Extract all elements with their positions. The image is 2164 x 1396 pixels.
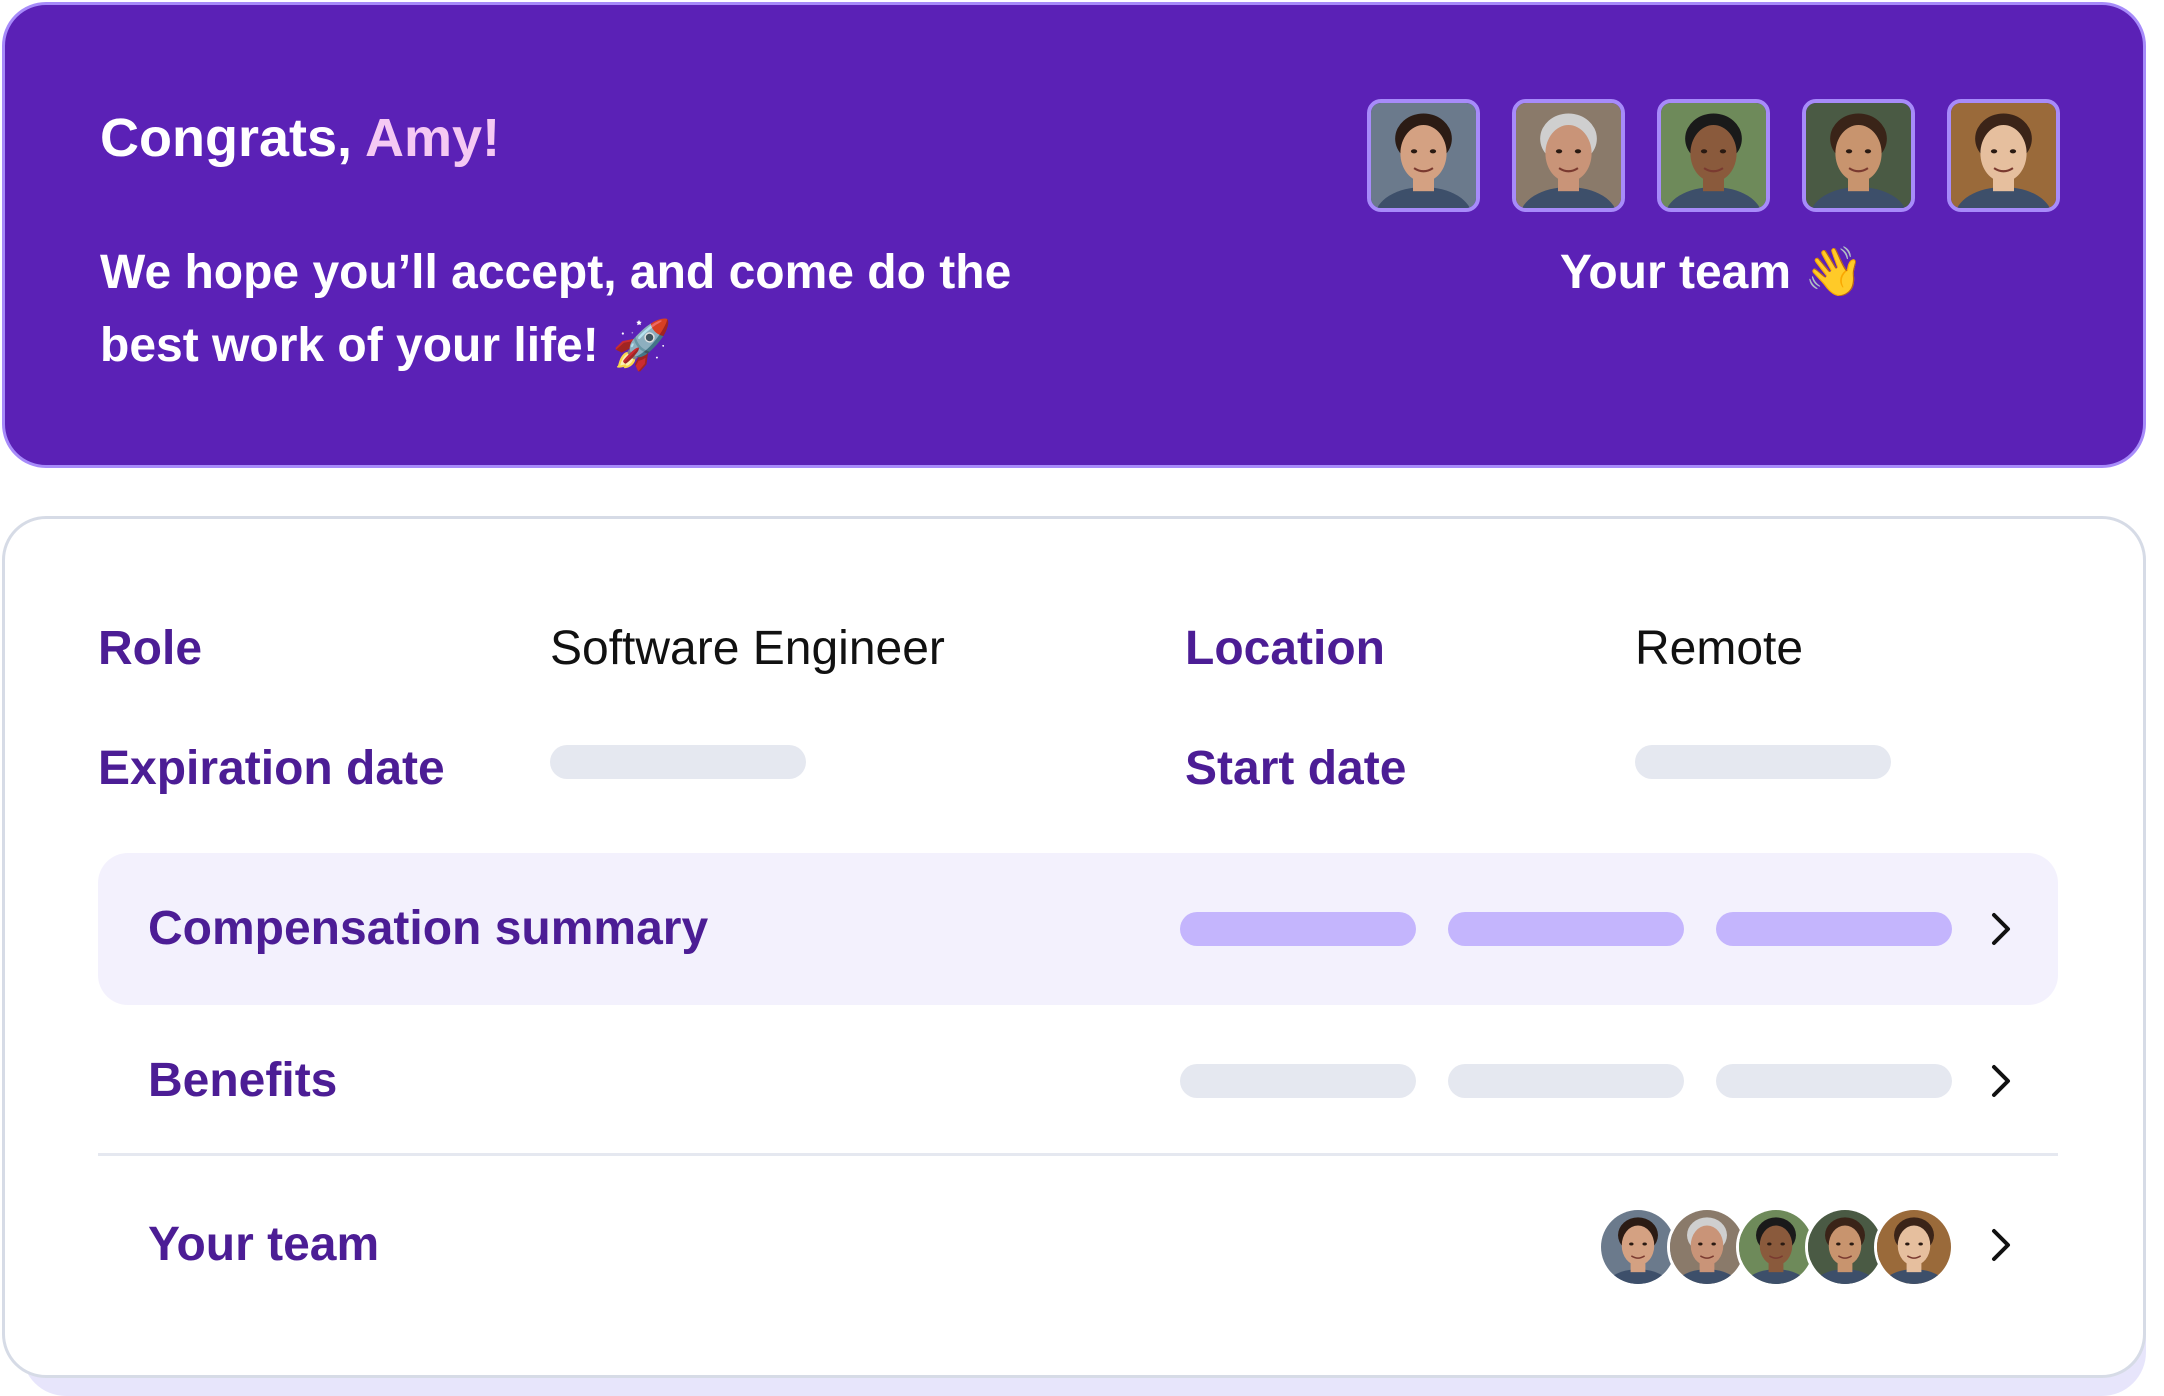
- location-value: Remote: [1635, 622, 1804, 675]
- team-photos: [1367, 99, 2060, 212]
- rocket-icon: 🚀: [612, 317, 672, 373]
- offer-details-card: Role Software Engineer Location Remote E…: [2, 516, 2146, 1378]
- team-photo: [1947, 99, 2060, 212]
- team-photo: [1657, 99, 1770, 212]
- placeholder-bar: [1716, 1064, 1952, 1098]
- congrats-heading: Congrats, Amy!: [100, 105, 500, 171]
- welcome-message: We hope you’ll accept, and come do the b…: [100, 237, 1100, 382]
- divider: [98, 1153, 2058, 1156]
- expiration-date-label: Expiration date: [98, 742, 445, 795]
- location-label: Location: [1185, 622, 1385, 675]
- avatar-man-smiling: [1739, 1210, 1813, 1284]
- chevron-right-icon[interactable]: [1978, 1058, 2024, 1104]
- compensation-placeholders: [1180, 912, 1952, 946]
- greeting-text: Congrats,: [100, 108, 366, 168]
- team-photo: [1802, 99, 1915, 212]
- avatar-man-smiling: [1661, 103, 1766, 208]
- benefits-label: Benefits: [148, 1054, 338, 1107]
- expiration-date-placeholder: [550, 745, 806, 779]
- role-value: Software Engineer: [550, 622, 945, 675]
- team-avatar: [1805, 1207, 1885, 1287]
- your-team-row[interactable]: Your team: [98, 1169, 2058, 1321]
- avatar-woman-dark-hair: [1371, 103, 1476, 208]
- compensation-summary-label: Compensation summary: [148, 902, 709, 955]
- avatar-young-woman: [1877, 1210, 1951, 1284]
- avatar-man-short-hair: [1808, 1210, 1882, 1284]
- role-label: Role: [98, 622, 203, 675]
- start-date-placeholder: [1635, 745, 1891, 779]
- compensation-summary-row[interactable]: Compensation summary: [98, 853, 2058, 1005]
- benefits-row[interactable]: Benefits: [98, 1005, 2058, 1157]
- team-avatar: [1736, 1207, 1816, 1287]
- benefits-placeholders: [1180, 1064, 1952, 1098]
- congrats-banner: Congrats, Amy! We hope you’ll accept, an…: [2, 2, 2146, 468]
- avatar-woman-dark-hair: [1601, 1210, 1675, 1284]
- avatar-man-glasses: [1670, 1210, 1744, 1284]
- candidate-name: Amy!: [365, 108, 501, 168]
- chevron-right-icon[interactable]: [1978, 1222, 2024, 1268]
- team-avatar: [1667, 1207, 1747, 1287]
- placeholder-bar: [1180, 912, 1416, 946]
- start-date-label: Start date: [1185, 742, 1407, 795]
- waving-hand-icon: 👋: [1804, 244, 1865, 300]
- avatar-young-woman: [1951, 103, 2056, 208]
- placeholder-bar: [1716, 912, 1952, 946]
- team-photo: [1367, 99, 1480, 212]
- chevron-right-icon[interactable]: [1978, 906, 2024, 952]
- placeholder-bar: [1448, 1064, 1684, 1098]
- team-caption-text: Your team: [1559, 246, 1792, 299]
- welcome-message-text: We hope you’ll accept, and come do the b…: [100, 246, 1012, 372]
- team-avatar-stack: [1598, 1207, 1958, 1287]
- placeholder-bar: [1448, 912, 1684, 946]
- team-avatar: [1874, 1207, 1954, 1287]
- team-caption: Your team 👋: [1367, 243, 2057, 300]
- avatar-man-glasses: [1516, 103, 1621, 208]
- avatar-man-short-hair: [1806, 103, 1911, 208]
- your-team-label: Your team: [148, 1218, 380, 1271]
- team-avatar: [1598, 1207, 1678, 1287]
- placeholder-bar: [1180, 1064, 1416, 1098]
- team-photo: [1512, 99, 1625, 212]
